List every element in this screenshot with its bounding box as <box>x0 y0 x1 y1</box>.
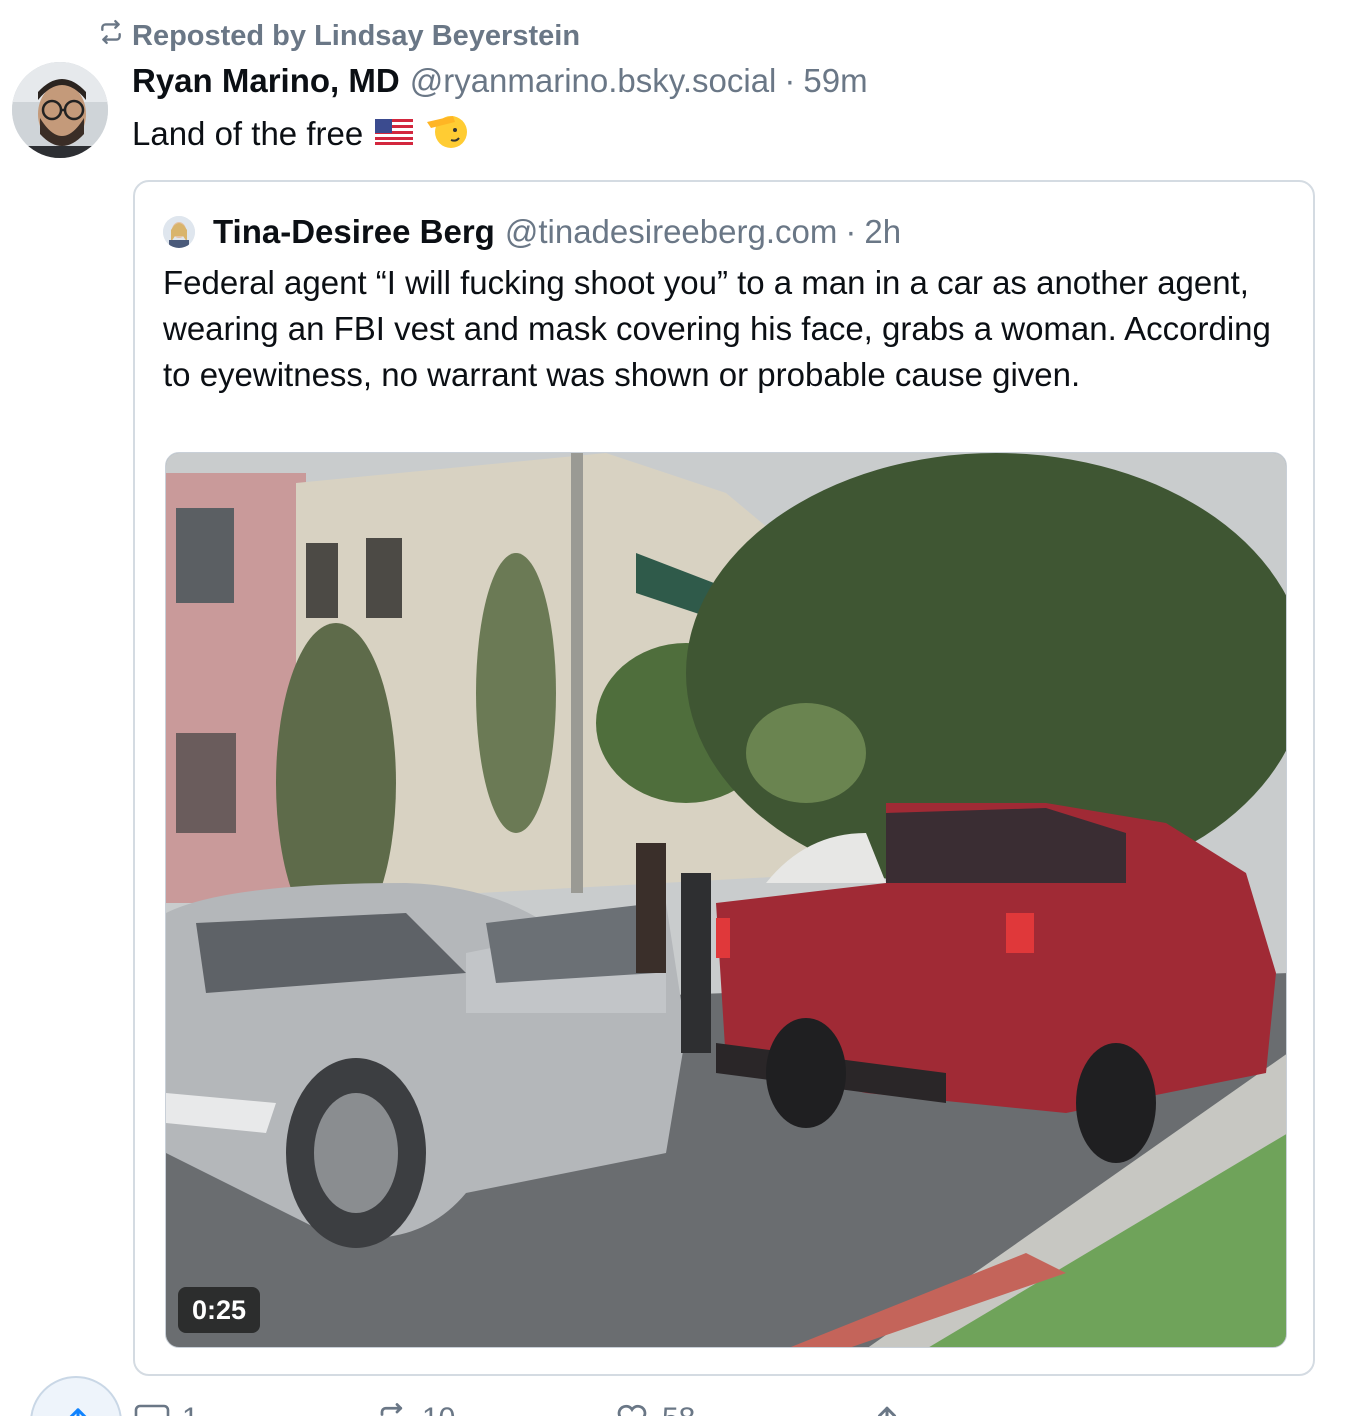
share-button[interactable] <box>872 1402 902 1416</box>
share-icon <box>878 1406 896 1416</box>
saluting-face-emoji <box>425 110 469 158</box>
quote-timestamp[interactable]: 2h <box>864 213 901 251</box>
heart-icon <box>617 1404 647 1416</box>
arrow-up-icon <box>69 1408 87 1416</box>
feed-page: Reposted by Lindsay Beyerstein Ryan Mari… <box>0 0 1350 1416</box>
like-button[interactable]: 58 <box>614 1402 695 1416</box>
author-avatar[interactable] <box>12 62 108 158</box>
repost-icon <box>380 1403 403 1416</box>
quote-author-line: Tina-Desiree Berg @tinadesireeberg.com ·… <box>163 210 901 254</box>
video-duration-badge: 0:25 <box>178 1287 261 1333</box>
reply-count: 1 <box>182 1402 199 1416</box>
quote-text: Federal agent “I will fucking shoot you”… <box>163 264 1271 393</box>
reply-icon <box>134 1404 170 1416</box>
video-thumbnail[interactable]: 0:25 <box>165 452 1287 1348</box>
quote-author-name[interactable]: Tina-Desiree Berg <box>213 213 495 251</box>
flag-us-emoji <box>375 115 414 153</box>
author-name[interactable]: Ryan Marino, MD <box>132 62 400 100</box>
post-author-line: Ryan Marino, MD @ryanmarino.bsky.social … <box>132 62 868 106</box>
repost-icon <box>98 19 124 53</box>
post-text-content: Land of the free <box>132 115 364 152</box>
meta-separator: · <box>845 213 857 250</box>
reply-button[interactable]: 1 <box>134 1402 199 1416</box>
quote-author-avatar[interactable] <box>163 216 195 248</box>
compose-fab[interactable] <box>30 1376 122 1416</box>
quoted-post-card[interactable]: Tina-Desiree Berg @tinadesireeberg.com ·… <box>133 180 1315 1376</box>
author-handle[interactable]: @ryanmarino.bsky.social <box>410 62 777 100</box>
like-count: 58 <box>662 1402 695 1416</box>
post-timestamp[interactable]: 59m <box>803 62 867 100</box>
repost-indicator[interactable]: Reposted by Lindsay Beyerstein <box>98 18 580 54</box>
quote-author-handle[interactable]: @tinadesireeberg.com <box>505 213 838 251</box>
post-action-bar: 1 10 58 <box>0 1376 1350 1416</box>
repost-text: Reposted by Lindsay Beyerstein <box>132 19 581 52</box>
repost-button[interactable]: 10 <box>374 1402 455 1416</box>
repost-count: 10 <box>422 1402 455 1416</box>
post-text: Land of the free <box>132 112 469 156</box>
meta-separator: · <box>784 62 796 99</box>
